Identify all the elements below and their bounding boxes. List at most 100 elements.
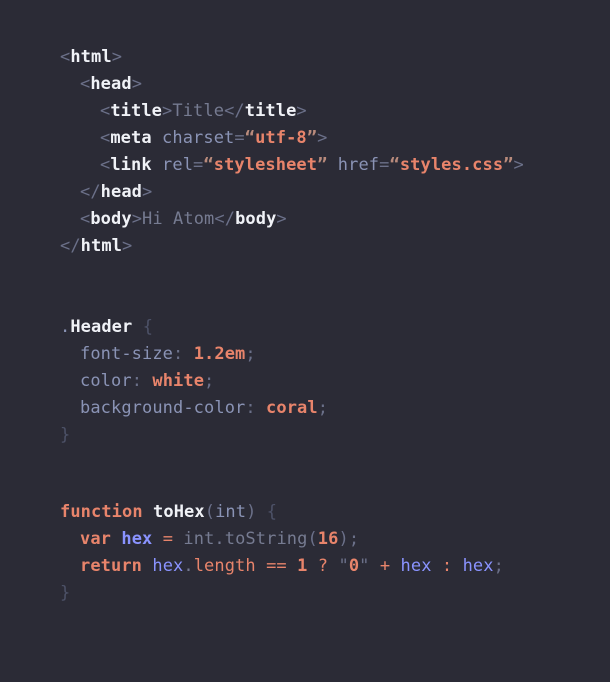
code-line[interactable]: font-size: 1.2em; [0,341,610,368]
code-token: " [359,556,370,576]
code-line[interactable]: } [0,580,610,607]
code-token: rel [162,155,194,175]
code-token: title [110,101,163,121]
code-line[interactable]: var hex = int.toString(16); [0,526,610,553]
code-token: body [235,209,277,229]
code-line[interactable]: <head> [0,71,610,98]
code-line[interactable]: </html> [0,233,610,260]
code-token: var [80,529,112,549]
code-token: html [80,236,123,256]
code-token: int [215,502,247,522]
code-line[interactable]: background-color: coral; [0,395,610,422]
code-token: length [193,556,256,576]
code-token: int [183,529,215,549]
code-token: = [162,529,174,549]
code-token: } [60,425,71,445]
code-token: hex [152,556,184,576]
code-line[interactable]: function toHex(int) { [0,499,610,526]
code-line[interactable]: .Header { [0,314,610,341]
code-token: : [245,398,267,418]
css-code-block[interactable]: .Header {font-size: 1.2em; color: white; b… [0,314,610,449]
code-token: . [214,529,225,549]
html-code-block[interactable]: <html> <head> <title>Title</title> <meta ch… [0,44,610,260]
code-token: > [162,101,173,121]
code-token: ” [503,155,514,175]
code-line[interactable]: } [0,422,610,449]
code-token: </ [60,236,81,256]
code-token: color [80,371,132,391]
code-token: meta [110,128,152,148]
code-token: = [193,155,204,175]
js-code-block[interactable]: function toHex(int) {var hex = int.toStr… [0,499,610,607]
code-token: toHex [153,502,205,522]
code-token: + [379,556,391,576]
code-token: head [100,182,143,202]
code-line[interactable]: return hex.length == 1 ? "0" + hex : hex… [0,553,610,580]
code-token: charset [162,128,235,148]
code-token: < [80,209,91,229]
code-token: toString [224,529,308,549]
code-token: html [70,47,112,67]
code-token: styles.css [399,155,504,175]
code-token: ; [245,344,256,364]
code-line[interactable]: </head> [0,179,610,206]
code-editor-surface[interactable]: <html> <head> <title>Title</title> <meta ch… [0,0,610,682]
code-token: : [131,371,153,391]
code-token: function [60,502,143,522]
code-token: title [244,101,297,121]
code-token: white [152,371,205,391]
code-token: </ [80,182,101,202]
code-token: “ [203,155,214,175]
code-token: > [513,155,524,175]
code-token: hex [462,556,494,576]
code-token: . [60,317,71,337]
code-token: 1 [297,556,308,576]
code-token: > [317,128,328,148]
code-token: } [60,583,71,603]
code-token: body [90,209,132,229]
code-line[interactable]: <meta charset=“utf-8”> [0,125,610,152]
code-line[interactable]: <body>Hi Atom</body> [0,206,610,233]
code-token: coral [266,398,318,418]
code-token: ” [306,128,318,148]
code-token: hex [121,529,153,549]
code-token: > [276,209,287,229]
code-token: ” [317,155,328,175]
code-line[interactable]: <title>Title</title> [0,98,610,125]
code-token: link [110,155,152,175]
code-line[interactable]: color: white; [0,368,610,395]
code-token: utf-8 [255,128,307,148]
code-token: ; [348,529,360,549]
code-token: = [234,128,245,148]
code-token: background-color [80,398,246,418]
code-token: href [337,155,380,175]
code-token: stylesheet [213,155,318,175]
code-line[interactable]: <html> [0,44,610,71]
code-token: < [80,74,91,94]
code-token: ? [317,556,329,576]
code-token: { [142,317,154,337]
code-token: < [100,101,111,121]
code-token: “ [244,128,256,148]
code-token: 1.2em [193,344,246,364]
code-token: return [80,556,143,576]
code-token: > [296,101,307,121]
code-token: hex [400,556,432,576]
code-token: < [100,128,111,148]
code-token: ; [317,398,329,418]
code-line[interactable]: <link rel=“stylesheet” href=“styles.css”… [0,152,610,179]
